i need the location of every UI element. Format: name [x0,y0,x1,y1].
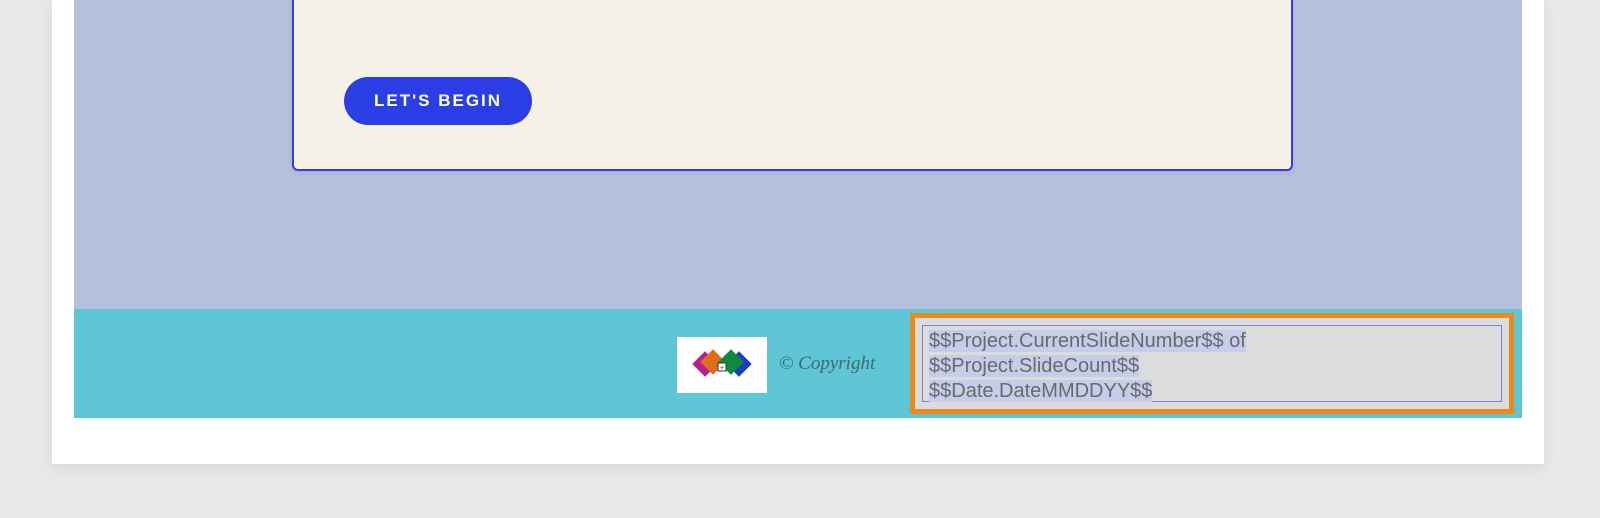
slide-area: LET'S BEGIN + © Copyright [74,0,1522,418]
variable-of-text: of [1224,330,1246,352]
variable-current-slide: $$Project.CurrentSlideNumber$$ [929,330,1224,352]
page-container: LET'S BEGIN + © Copyright [52,0,1544,464]
footer-logo: + [677,337,767,393]
variables-text-box[interactable]: $$Project.CurrentSlideNumber$$ of $$Proj… [922,325,1502,402]
variable-slide-count: $$Project.SlideCount$$ [929,355,1139,377]
slide-upper-background: LET'S BEGIN [74,0,1522,309]
bottom-white-strip [52,418,1544,464]
diamonds-logo-icon: + [686,345,758,385]
variables-highlight-box[interactable]: $$Project.CurrentSlideNumber$$ of $$Proj… [910,313,1514,414]
footer-bar: + © Copyright $$Project.CurrentSlideNumb… [74,309,1522,418]
variable-date: $$Date.DateMMDDYY$$ [929,380,1152,402]
svg-text:+: + [720,365,724,372]
copyright-label: © Copyright [779,353,875,375]
content-card: LET'S BEGIN [292,0,1293,171]
lets-begin-button[interactable]: LET'S BEGIN [344,77,532,125]
